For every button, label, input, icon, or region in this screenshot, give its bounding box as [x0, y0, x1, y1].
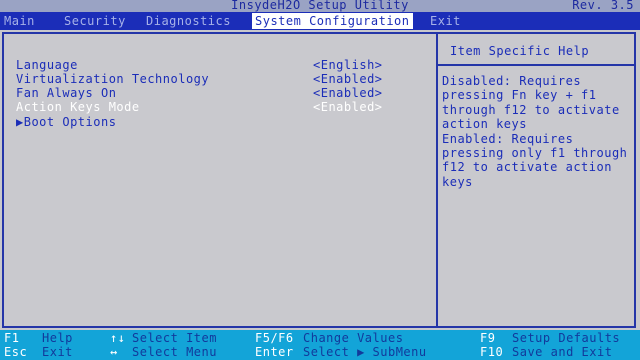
- setting-label: Language: [16, 58, 78, 72]
- key-enter-desc: Select ▶ SubMenu: [303, 345, 427, 359]
- key-f1: F1: [4, 331, 20, 345]
- setting-label: Virtualization Technology: [16, 72, 210, 86]
- version-label: Rev. 3.5: [572, 0, 634, 12]
- key-enter: Enter: [255, 345, 294, 359]
- submenu-label: ▶Boot Options: [16, 115, 117, 129]
- key-f10-desc: Save and Exit: [512, 345, 613, 359]
- setting-value[interactable]: <English>: [313, 58, 383, 72]
- key-up-down-desc: Select Item: [132, 331, 217, 345]
- app-title: InsydeH2O Setup Utility: [231, 0, 409, 12]
- key-esc: Esc: [4, 345, 28, 359]
- menu-diagnostics[interactable]: Diagnostics: [146, 13, 231, 29]
- panel-divider: [436, 34, 438, 326]
- help-separator: [438, 64, 634, 66]
- key-f10: F10: [480, 345, 504, 359]
- key-left-right-arrows: ↔: [110, 345, 118, 359]
- settings-panel: Language <English> Virtualization Techno…: [2, 32, 636, 328]
- menu-system-configuration[interactable]: System Configuration: [252, 13, 413, 29]
- bios-screen: InsydeH2O Setup Utility Rev. 3.5 Main Se…: [0, 0, 640, 360]
- setting-label: Action Keys Mode: [16, 100, 140, 114]
- key-left-right-desc: Select Menu: [132, 345, 217, 359]
- menu-main[interactable]: Main: [4, 13, 35, 29]
- setting-label: Fan Always On: [16, 86, 117, 100]
- key-f5-f6: F5/F6: [255, 331, 294, 345]
- menu-exit[interactable]: Exit: [430, 13, 461, 29]
- menu-security[interactable]: Security: [64, 13, 126, 29]
- key-up-down-arrows: ↑↓: [110, 331, 126, 345]
- setting-value[interactable]: <Enabled>: [313, 86, 383, 100]
- title-bar: InsydeH2O Setup Utility Rev. 3.5: [0, 0, 640, 12]
- key-f5-f6-desc: Change Values: [303, 331, 404, 345]
- setting-value[interactable]: <Enabled>: [313, 100, 383, 114]
- key-f9: F9: [480, 331, 496, 345]
- help-text: Disabled: Requires pressing Fn key + f1 …: [442, 74, 628, 189]
- setting-value[interactable]: <Enabled>: [313, 72, 383, 86]
- help-title: Item Specific Help: [450, 44, 590, 58]
- key-f9-desc: Setup Defaults: [512, 331, 621, 345]
- key-f1-desc: Help: [42, 331, 73, 345]
- key-esc-desc: Exit: [42, 345, 73, 359]
- menu-bar: Main Security Diagnostics System Configu…: [0, 12, 640, 30]
- key-legend-bar: F1 Help Esc Exit ↑↓ Select Item ↔ Select…: [0, 330, 640, 360]
